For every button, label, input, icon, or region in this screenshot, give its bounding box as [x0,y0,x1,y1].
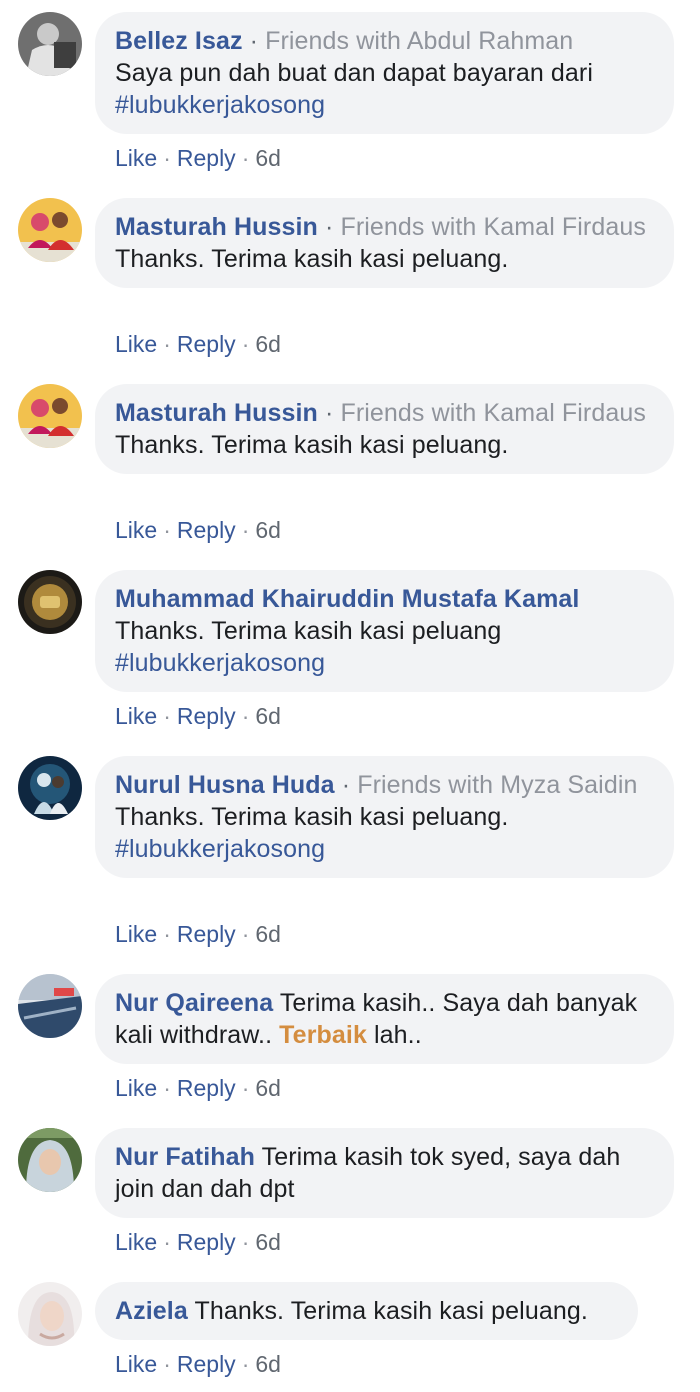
reply-button[interactable]: Reply [177,1075,236,1101]
comment-text: Thanks. Terima kasih kasi peluang [115,617,502,645]
separator-dot: · [324,213,334,241]
reply-button[interactable]: Reply [177,145,236,171]
comment-text-end: lah.. [374,1021,422,1049]
comment-bubble: Aziela Thanks. Terima kasih kasi peluang… [95,1282,638,1340]
comment-actions: Like · Reply · 6d [115,702,281,730]
comment-actions: Like · Reply · 6d [115,516,281,544]
highlighted-word: Terbaik [279,1021,367,1049]
reply-button[interactable]: Reply [177,921,236,947]
separator-dot: · [241,1351,250,1377]
avatar[interactable] [18,756,82,820]
timestamp[interactable]: 6d [255,1075,281,1101]
comment-actions: Like · Reply · 6d [115,1350,281,1378]
comment-bubble: Masturah Hussin · Friends with Kamal Fir… [95,198,674,288]
avatar[interactable] [18,570,82,634]
hashtag-link[interactable]: #lubukkerjakosong [115,835,325,863]
hashtag-link[interactable]: #lubukkerjakosong [115,91,325,119]
friends-context: Friends with Kamal Firdaus [340,399,646,427]
author-name[interactable]: Masturah Hussin [115,213,318,241]
separator-dot: · [163,331,171,357]
separator-dot: · [324,399,334,427]
timestamp[interactable]: 6d [255,921,281,947]
timestamp[interactable]: 6d [255,703,281,729]
comment-bubble: Masturah Hussin · Friends with Kamal Fir… [95,384,674,474]
timestamp[interactable]: 6d [255,331,281,357]
reply-button[interactable]: Reply [177,517,236,543]
comment-text: Thanks. Terima kasih kasi peluang. [115,431,509,459]
like-button[interactable]: Like [115,1351,157,1377]
comment-actions: Like · Reply · 6d [115,1228,281,1256]
like-button[interactable]: Like [115,703,157,729]
comment-bubble: Nur Qaireena Terima kasih.. Saya dah ban… [95,974,674,1064]
separator-dot: · [163,1351,171,1377]
separator-dot: · [163,703,171,729]
like-button[interactable]: Like [115,1075,157,1101]
separator-dot: · [249,27,259,55]
reply-button[interactable]: Reply [177,1229,236,1255]
separator-dot: · [163,921,171,947]
comment-text: Thanks. Terima kasih kasi peluang. [115,245,509,273]
avatar[interactable] [18,198,82,262]
author-name[interactable]: Aziela [115,1297,188,1325]
comment-bubble: Muhammad Khairuddin Mustafa Kamal Thanks… [95,570,674,692]
separator-dot: · [163,1075,171,1101]
reply-button[interactable]: Reply [177,1351,236,1377]
author-name[interactable]: Nur Fatihah [115,1143,255,1171]
avatar[interactable] [18,384,82,448]
reply-button[interactable]: Reply [177,703,236,729]
like-button[interactable]: Like [115,517,157,543]
comment-actions: Like · Reply · 6d [115,144,281,172]
separator-dot: · [241,1229,250,1255]
comment-bubble: Nur Fatihah Terima kasih tok syed, saya … [95,1128,674,1218]
separator-dot: · [241,921,250,947]
friends-context: Friends with Kamal Firdaus [340,213,646,241]
like-button[interactable]: Like [115,331,157,357]
author-name[interactable]: Bellez Isaz [115,27,243,55]
separator-dot: · [241,517,250,543]
separator-dot: · [241,703,250,729]
timestamp[interactable]: 6d [255,145,281,171]
comment-text: Thanks. Terima kasih kasi peluang. [194,1297,588,1325]
author-name[interactable]: Nur Qaireena [115,989,273,1017]
comment-bubble: Nurul Husna Huda · Friends with Myza Sai… [95,756,674,878]
separator-dot: · [241,331,250,357]
comment-actions: Like · Reply · 6d [115,330,281,358]
avatar[interactable] [18,974,82,1038]
author-name[interactable]: Nurul Husna Huda [115,771,335,799]
timestamp[interactable]: 6d [255,517,281,543]
separator-dot: · [241,145,250,171]
separator-dot: · [163,145,171,171]
friends-context: Friends with Abdul Rahman [265,27,574,55]
comment-text: Thanks. Terima kasih kasi peluang. [115,803,509,831]
timestamp[interactable]: 6d [255,1229,281,1255]
reply-button[interactable]: Reply [177,331,236,357]
comment-actions: Like · Reply · 6d [115,1074,281,1102]
author-name[interactable]: Masturah Hussin [115,399,318,427]
avatar[interactable] [18,1128,82,1192]
hashtag-link[interactable]: #lubukkerjakosong [115,649,325,677]
separator-dot: · [341,771,351,799]
like-button[interactable]: Like [115,921,157,947]
avatar[interactable] [18,12,82,76]
comment-bubble: Bellez Isaz · Friends with Abdul Rahman … [95,12,674,134]
author-name[interactable]: Muhammad Khairuddin Mustafa Kamal [115,585,579,613]
separator-dot: · [163,517,171,543]
timestamp[interactable]: 6d [255,1351,281,1377]
separator-dot: · [163,1229,171,1255]
comment-text: Saya pun dah buat dan dapat bayaran dari [115,59,593,87]
separator-dot: · [241,1075,250,1101]
friends-context: Friends with Myza Saidin [357,771,638,799]
like-button[interactable]: Like [115,145,157,171]
avatar[interactable] [18,1282,82,1346]
like-button[interactable]: Like [115,1229,157,1255]
comment-actions: Like · Reply · 6d [115,920,281,948]
